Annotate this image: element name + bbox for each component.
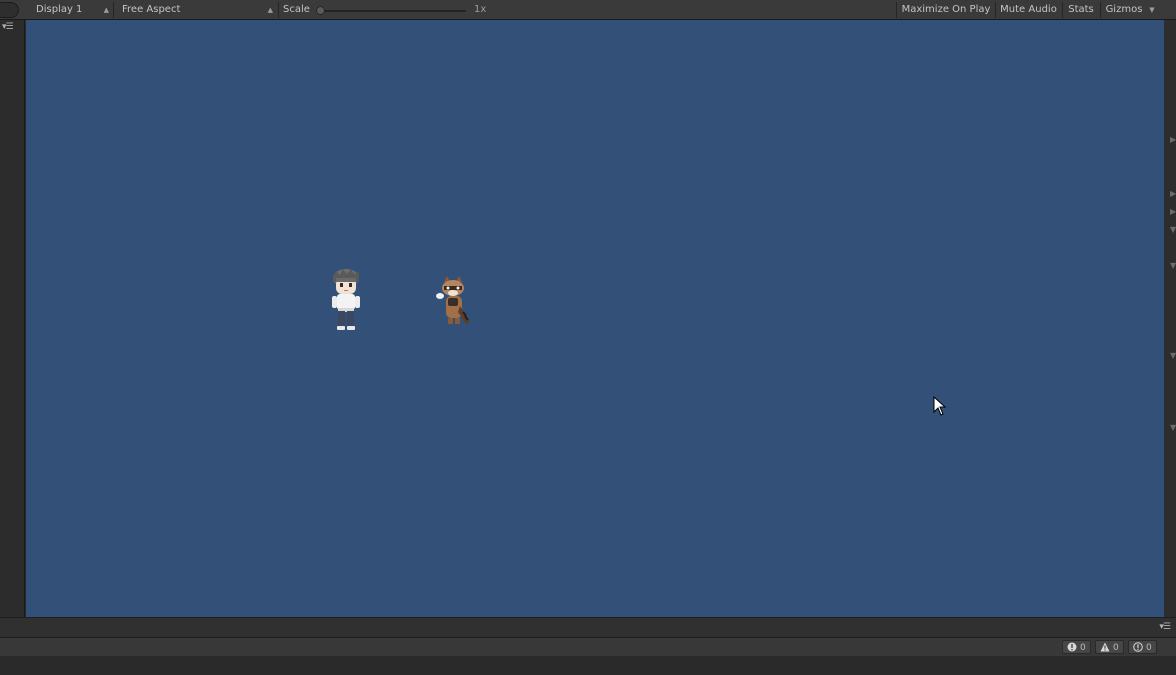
display-dropdown-label: Display 1 <box>36 4 83 15</box>
toolbar-separator <box>1100 2 1101 18</box>
maximize-on-play-button[interactable]: Maximize On Play <box>897 2 995 18</box>
scale-slider-track[interactable] <box>318 10 466 12</box>
chevron-down-icon[interactable]: ▼ <box>1170 351 1176 360</box>
message-count: 0 <box>1146 643 1152 653</box>
character-sprite-boy <box>332 269 360 330</box>
mute-audio-button[interactable]: Mute Audio <box>996 2 1061 18</box>
panel-menu-icon[interactable]: ▾☰ <box>1159 622 1171 632</box>
game-view-canvas[interactable] <box>26 20 1164 617</box>
chevron-right-icon[interactable]: ▶ <box>1170 135 1176 144</box>
bottom-panel-area <box>0 656 1176 675</box>
chevron-right-icon[interactable]: ▶ <box>1170 189 1176 198</box>
left-side-panel: ▾☰ <box>0 20 25 617</box>
chevron-right-icon[interactable]: ▶ <box>1170 207 1176 216</box>
display-dropdown[interactable]: Display 1 ▲▼ <box>30 2 112 30</box>
toolbar-separator <box>278 2 279 18</box>
error-icon <box>1067 642 1077 652</box>
console-panel-header: ▾☰ <box>0 617 1176 637</box>
error-count-toggle[interactable]: 0 <box>1062 640 1091 654</box>
info-icon <box>1133 642 1143 652</box>
panel-tab-cap[interactable] <box>0 2 19 18</box>
aspect-dropdown-label: Free Aspect <box>122 4 181 15</box>
dropdown-arrow-icon[interactable]: ▼ <box>1147 2 1157 18</box>
warning-icon <box>1100 642 1110 652</box>
error-count: 0 <box>1080 643 1086 653</box>
unity-game-window: Display 1 ▲▼ Free Aspect ▲▼ Scale 1x Max… <box>0 0 1176 675</box>
right-side-panel: ▶ ▶ ▶ ▼ ▼ ▼ ▼ <box>1164 20 1176 617</box>
chevron-down-icon[interactable]: ▼ <box>1170 261 1176 270</box>
chevron-down-icon[interactable]: ▼ <box>1170 225 1176 234</box>
scale-label: Scale <box>283 4 310 15</box>
scale-slider-thumb[interactable] <box>316 6 325 15</box>
toolbar-separator <box>113 2 114 18</box>
status-bar: 0 0 0 <box>0 637 1176 656</box>
message-count-toggle[interactable]: 0 <box>1128 640 1157 654</box>
mouse-cursor-icon <box>933 396 947 416</box>
character-sprite-raccoon <box>436 276 470 324</box>
warning-count: 0 <box>1113 643 1119 653</box>
panel-menu-icon[interactable]: ▾☰ <box>2 22 14 32</box>
game-view-toolbar: Display 1 ▲▼ Free Aspect ▲▼ Scale 1x Max… <box>0 0 1176 30</box>
gizmos-button[interactable]: Gizmos <box>1102 2 1146 18</box>
stats-button[interactable]: Stats <box>1063 2 1099 18</box>
aspect-dropdown[interactable]: Free Aspect ▲▼ <box>116 2 276 30</box>
warning-count-toggle[interactable]: 0 <box>1095 640 1124 654</box>
scale-value: 1x <box>474 4 487 15</box>
chevron-down-icon[interactable]: ▼ <box>1170 423 1176 432</box>
